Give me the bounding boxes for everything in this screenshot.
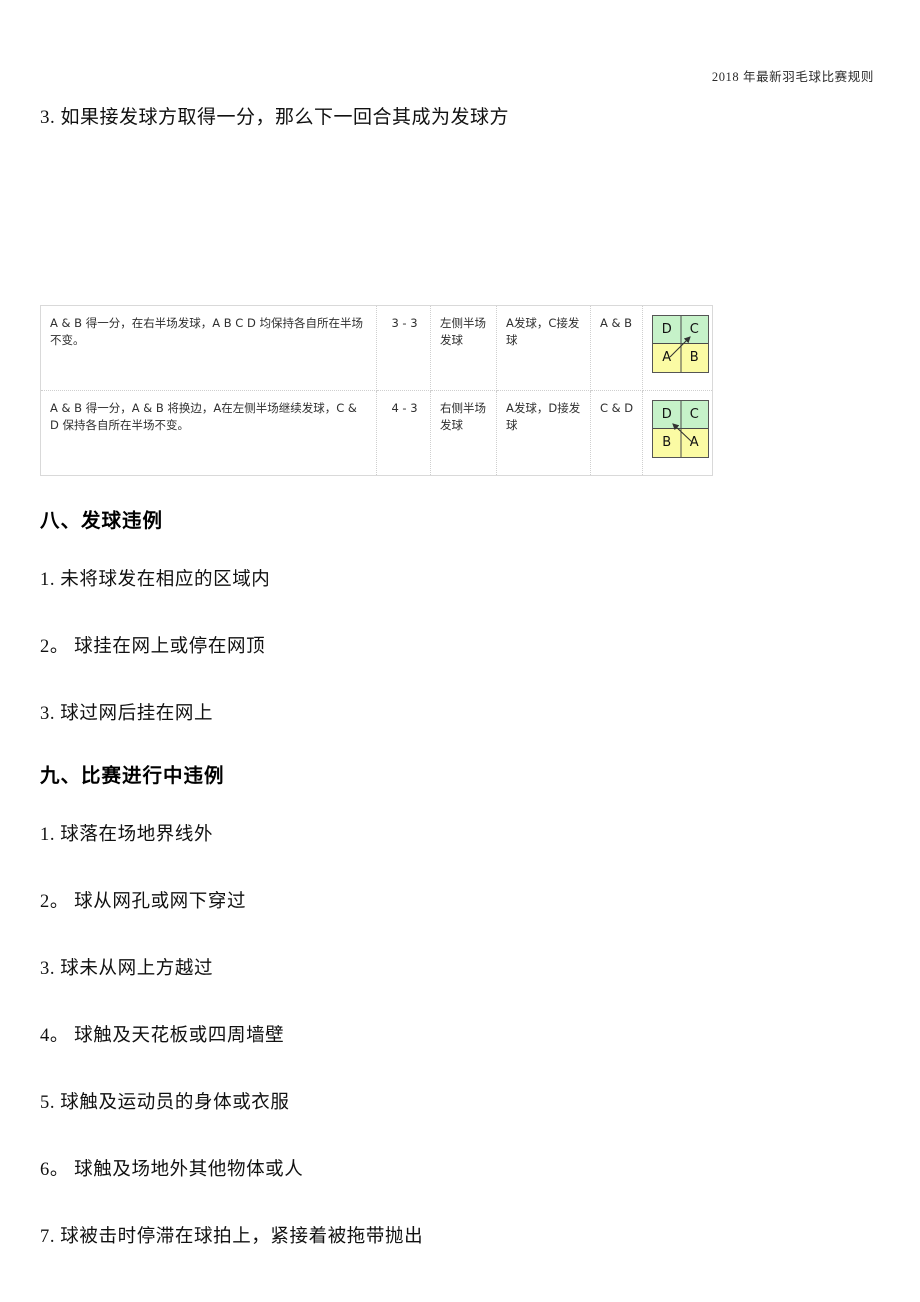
cell-score: 4 - 3 [376, 389, 431, 476]
list-item: 5. 球触及运动员的身体或衣服 [40, 1092, 290, 1113]
list-item: 2。 球从网孔或网下穿过 [40, 891, 247, 912]
vertical-spacer [40, 486, 880, 504]
table-row: A & B 得一分，在右半场发球，A B C D 均保持各自所在半场不变。 3 … [40, 304, 713, 391]
vertical-spacer [40, 533, 880, 565]
section-heading-9: 九、比赛进行中违例 [40, 765, 225, 787]
serve-direction-arrow-icon [669, 335, 691, 357]
list-item: 6。 球触及场地外其他物体或人 [40, 1159, 304, 1180]
vertical-spacer [40, 1181, 880, 1222]
document-body: 3. 如果接发球方取得一分，那么下一回合其成为发球方 A & B 得一分，在右半… [40, 104, 880, 1248]
paragraph-item-3: 3. 如果接发球方取得一分，那么下一回合其成为发球方 [40, 107, 510, 128]
vertical-spacer [40, 658, 880, 699]
cell-team: C & D [590, 389, 643, 476]
list-item: 3. 球过网后挂在网上 [40, 703, 214, 724]
vertical-spacer [40, 1114, 880, 1155]
vertical-spacer [40, 133, 880, 283]
list-item: 1. 未将球发在相应的区域内 [40, 569, 271, 590]
vertical-spacer [40, 591, 880, 632]
serve-rotation-table: A & B 得一分，在右半场发球，A B C D 均保持各自所在半场不变。 3 … [40, 304, 713, 476]
cell-serve-side: 右侧半场发球 [430, 389, 497, 476]
serve-direction-arrow-icon [672, 422, 693, 442]
cell-description: A & B 得一分，A & B 将换边，A在左侧半场继续发球，C & D 保持各… [40, 389, 377, 476]
cell-score: 3 - 3 [376, 304, 431, 391]
vertical-spacer [40, 846, 880, 887]
section-heading-8: 八、发球违例 [40, 510, 164, 532]
cell-team: A & B [590, 304, 643, 391]
list-item: 1. 球落在场地界线外 [40, 824, 214, 845]
cell-court-diagram: D C A B [642, 304, 713, 391]
table-row: A & B 得一分，A & B 将换边，A在左侧半场继续发球，C & D 保持各… [40, 389, 713, 476]
cell-serve-receive: A发球，C接发球 [496, 304, 591, 391]
cell-description: A & B 得一分，在右半场发球，A B C D 均保持各自所在半场不变。 [40, 304, 377, 391]
list-item: 4。 球触及天花板或四周墙壁 [40, 1025, 285, 1046]
court-diagram: D C A B [652, 314, 709, 373]
court-diagram: D C B A [652, 399, 709, 458]
vertical-spacer [40, 1047, 880, 1088]
serve-rotation-table-wrapper: A & B 得一分，在右半场发球，A B C D 均保持各自所在半场不变。 3 … [40, 304, 880, 476]
running-header: 2018 年最新羽毛球比赛规则 [711, 70, 874, 84]
vertical-spacer [40, 725, 880, 759]
list-item: 2。 球挂在网上或停在网顶 [40, 636, 266, 657]
document-page: 2018 年最新羽毛球比赛规则 3. 如果接发球方取得一分，那么下一回合其成为发… [0, 0, 920, 1302]
cell-court-diagram: D C B A [642, 389, 713, 476]
vertical-spacer [40, 980, 880, 1021]
cell-serve-receive: A发球，D接发球 [496, 389, 591, 476]
list-item: 3. 球未从网上方越过 [40, 958, 214, 979]
cell-serve-side: 左侧半场发球 [430, 304, 497, 391]
list-item: 7. 球被击时停滞在球拍上，紧接着被拖带抛出 [40, 1226, 424, 1247]
vertical-spacer [40, 913, 880, 954]
vertical-spacer [40, 788, 880, 820]
